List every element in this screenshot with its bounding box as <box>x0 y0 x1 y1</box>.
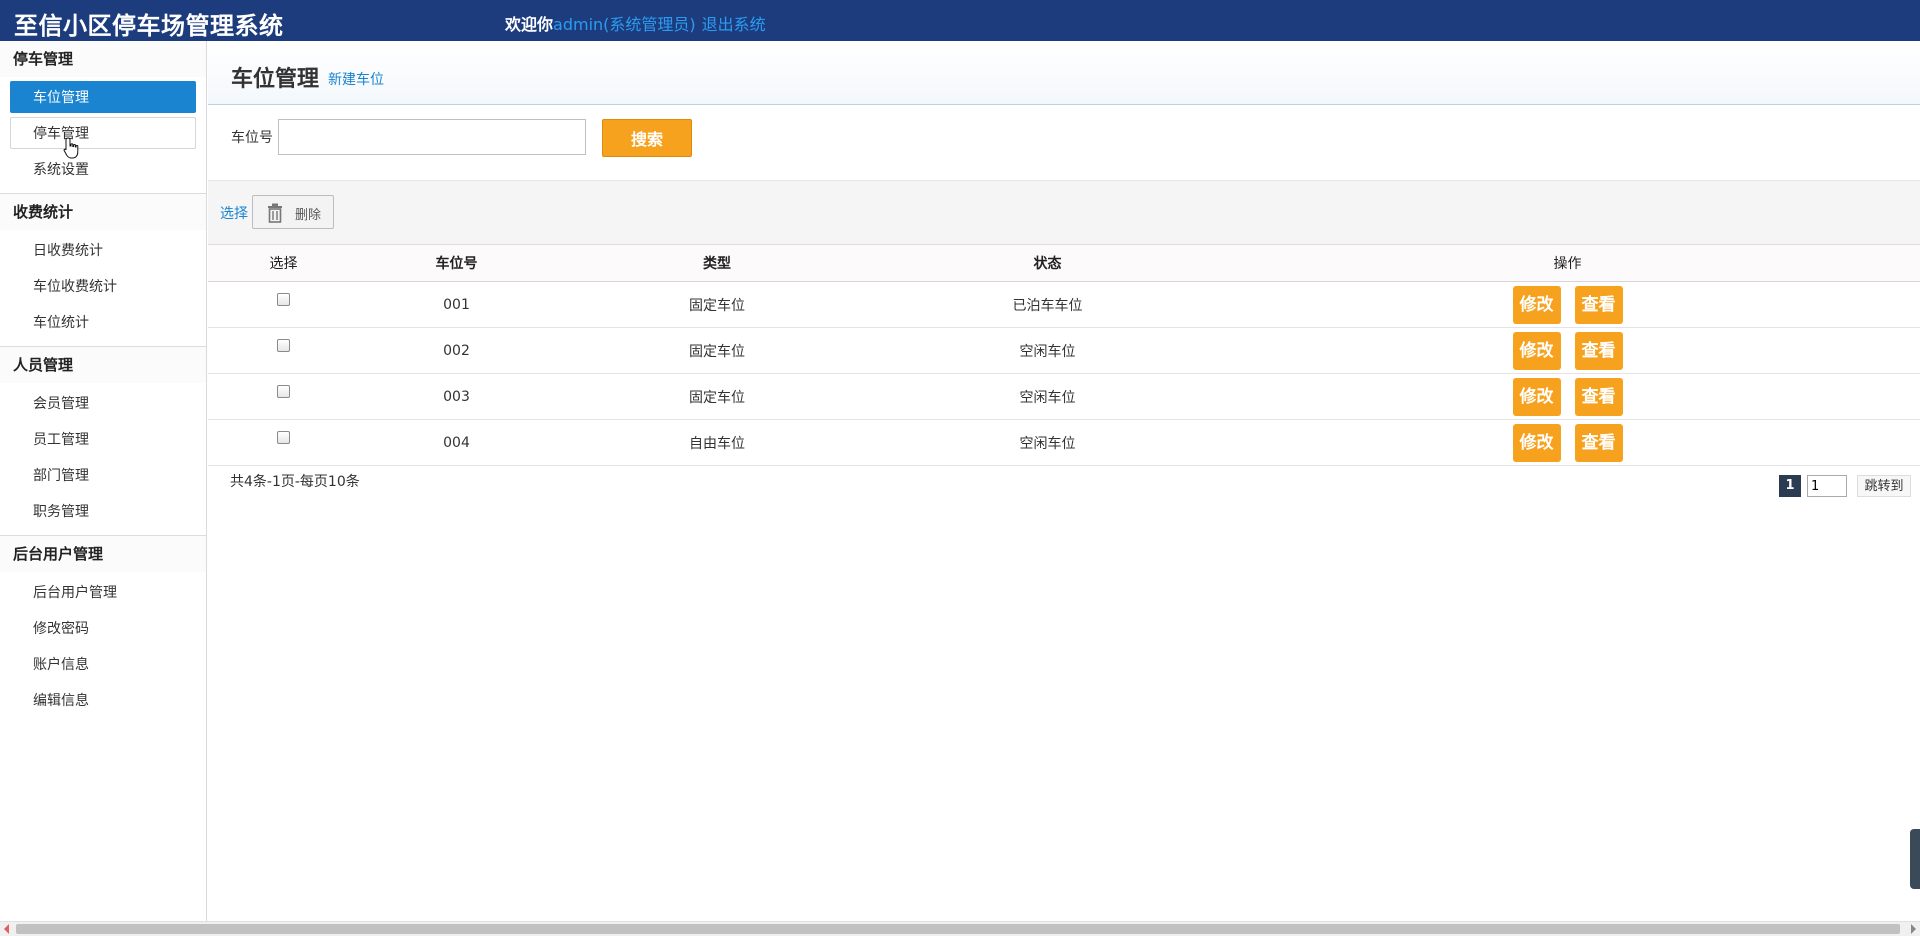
row-checkbox[interactable] <box>277 431 290 444</box>
view-button[interactable]: 查看 <box>1574 377 1623 416</box>
space-number: 001 <box>359 281 554 328</box>
table-row: 001 固定车位 已泊车车位 修改 查看 <box>208 281 1920 328</box>
delete-label: 删除 <box>295 208 322 223</box>
welcome-text: 欢迎你 <box>505 15 554 34</box>
top-header: 至信小区停车场管理系统 欢迎你admin(系统管理员) 退出系统 <box>0 0 1920 41</box>
welcome-bar: 欢迎你admin(系统管理员) 退出系统 <box>505 11 766 35</box>
search-label: 车位号 <box>231 130 273 146</box>
edit-button[interactable]: 修改 <box>1512 285 1561 324</box>
edit-button[interactable]: 修改 <box>1512 423 1561 462</box>
col-space-number: 车位号 <box>359 244 554 282</box>
table-row: 003 固定车位 空闲车位 修改 查看 <box>208 373 1920 420</box>
sidebar-item-space-fees[interactable]: 车位收费统计 <box>10 270 196 302</box>
view-button[interactable]: 查看 <box>1574 331 1623 370</box>
sidebar-item-daily-fees[interactable]: 日收费统计 <box>10 234 196 266</box>
sidebar-item-employees[interactable]: 员工管理 <box>10 423 196 455</box>
table-header-row: 选择 车位号 类型 状态 操作 <box>208 244 1920 282</box>
logout-link[interactable]: 退出系统 <box>702 15 766 34</box>
row-actions: 修改 查看 <box>1215 419 1920 466</box>
scroll-left-icon[interactable] <box>4 924 9 934</box>
current-page-button[interactable]: 1 <box>1779 475 1801 497</box>
sidebar-group-personnel: 人员管理 会员管理 员工管理 部门管理 职务管理 <box>0 347 206 536</box>
sidebar-item-account-info[interactable]: 账户信息 <box>10 648 196 680</box>
pager-info: 共4条-1页-每页10条 <box>230 474 360 490</box>
new-space-link[interactable]: 新建车位 <box>328 69 384 89</box>
sidebar-group-title[interactable]: 停车管理 <box>0 41 206 77</box>
sidebar: 停车管理 车位管理 停车管理 系统设置 收费统计 日收费统计 车位收费统计 车位… <box>0 41 207 921</box>
space-number: 004 <box>359 419 554 466</box>
delete-button[interactable]: 删除 <box>252 195 334 229</box>
space-number-input[interactable] <box>278 119 586 155</box>
row-actions: 修改 查看 <box>1215 373 1920 420</box>
space-status: 空闲车位 <box>880 419 1215 466</box>
main-content: 车位管理 新建车位 车位号 搜索 选择 删除 选择 车位号 类型 状态 操作 0… <box>208 41 1920 921</box>
current-user[interactable]: admin(系统管理员) <box>553 15 696 34</box>
page-title: 车位管理 <box>231 67 320 92</box>
edit-button[interactable]: 修改 <box>1512 331 1561 370</box>
col-select: 选择 <box>208 244 359 282</box>
table-row: 004 自由车位 空闲车位 修改 查看 <box>208 419 1920 466</box>
space-type: 自由车位 <box>554 419 880 466</box>
edit-button[interactable]: 修改 <box>1512 377 1561 416</box>
page-header: 车位管理 新建车位 <box>208 41 1920 105</box>
scrollbar-thumb[interactable] <box>16 924 1900 934</box>
horizontal-scrollbar[interactable] <box>0 921 1920 936</box>
mouse-pointer-icon <box>63 137 79 159</box>
sidebar-group-title[interactable]: 收费统计 <box>0 194 206 230</box>
sidebar-item-system-settings[interactable]: 系统设置 <box>10 153 196 185</box>
sidebar-item-edit-info[interactable]: 编辑信息 <box>10 684 196 716</box>
app-title: 至信小区停车场管理系统 <box>14 11 284 40</box>
sidebar-item-departments[interactable]: 部门管理 <box>10 459 196 491</box>
sidebar-group-title[interactable]: 后台用户管理 <box>0 536 206 572</box>
sidebar-group-admin: 后台用户管理 后台用户管理 修改密码 账户信息 编辑信息 <box>0 536 206 724</box>
space-type: 固定车位 <box>554 373 880 420</box>
select-all-link[interactable]: 选择 <box>220 203 248 223</box>
space-status: 已泊车车位 <box>880 281 1215 328</box>
side-tool-handle[interactable] <box>1910 829 1920 889</box>
sidebar-group-title[interactable]: 人员管理 <box>0 347 206 383</box>
parking-space-table: 选择 车位号 类型 状态 操作 001 固定车位 已泊车车位 修改 查看 002 … <box>208 244 1920 466</box>
sidebar-item-positions[interactable]: 职务管理 <box>10 495 196 527</box>
col-status: 状态 <box>880 244 1215 282</box>
sidebar-item-change-password[interactable]: 修改密码 <box>10 612 196 644</box>
space-status: 空闲车位 <box>880 327 1215 374</box>
row-checkbox[interactable] <box>277 293 290 306</box>
trash-icon <box>268 203 282 223</box>
row-select-cell <box>208 373 359 420</box>
row-actions: 修改 查看 <box>1215 281 1920 328</box>
view-button[interactable]: 查看 <box>1574 285 1623 324</box>
space-type: 固定车位 <box>554 281 880 328</box>
page-number-input[interactable] <box>1807 475 1847 497</box>
sidebar-group-parking: 停车管理 车位管理 停车管理 系统设置 <box>0 41 206 194</box>
sidebar-item-parking-management[interactable]: 停车管理 <box>10 117 196 149</box>
row-select-cell <box>208 281 359 328</box>
row-select-cell <box>208 419 359 466</box>
sidebar-group-fees: 收费统计 日收费统计 车位收费统计 车位统计 <box>0 194 206 347</box>
row-checkbox[interactable] <box>277 339 290 352</box>
col-type: 类型 <box>554 244 880 282</box>
space-number: 002 <box>359 327 554 374</box>
col-actions: 操作 <box>1215 244 1920 282</box>
search-button[interactable]: 搜索 <box>602 119 692 157</box>
sidebar-item-admin-users[interactable]: 后台用户管理 <box>10 576 196 608</box>
table-row: 002 固定车位 空闲车位 修改 查看 <box>208 327 1920 374</box>
row-actions: 修改 查看 <box>1215 327 1920 374</box>
table-toolbar: 选择 删除 <box>208 180 1920 244</box>
row-checkbox[interactable] <box>277 385 290 398</box>
view-button[interactable]: 查看 <box>1574 423 1623 462</box>
row-select-cell <box>208 327 359 374</box>
scroll-right-icon[interactable] <box>1911 924 1916 934</box>
space-number: 003 <box>359 373 554 420</box>
space-status: 空闲车位 <box>880 373 1215 420</box>
jump-button[interactable]: 跳转到 <box>1857 475 1911 497</box>
sidebar-item-members[interactable]: 会员管理 <box>10 387 196 419</box>
sidebar-item-space-stats[interactable]: 车位统计 <box>10 306 196 338</box>
space-type: 固定车位 <box>554 327 880 374</box>
sidebar-item-space-management[interactable]: 车位管理 <box>10 81 196 113</box>
